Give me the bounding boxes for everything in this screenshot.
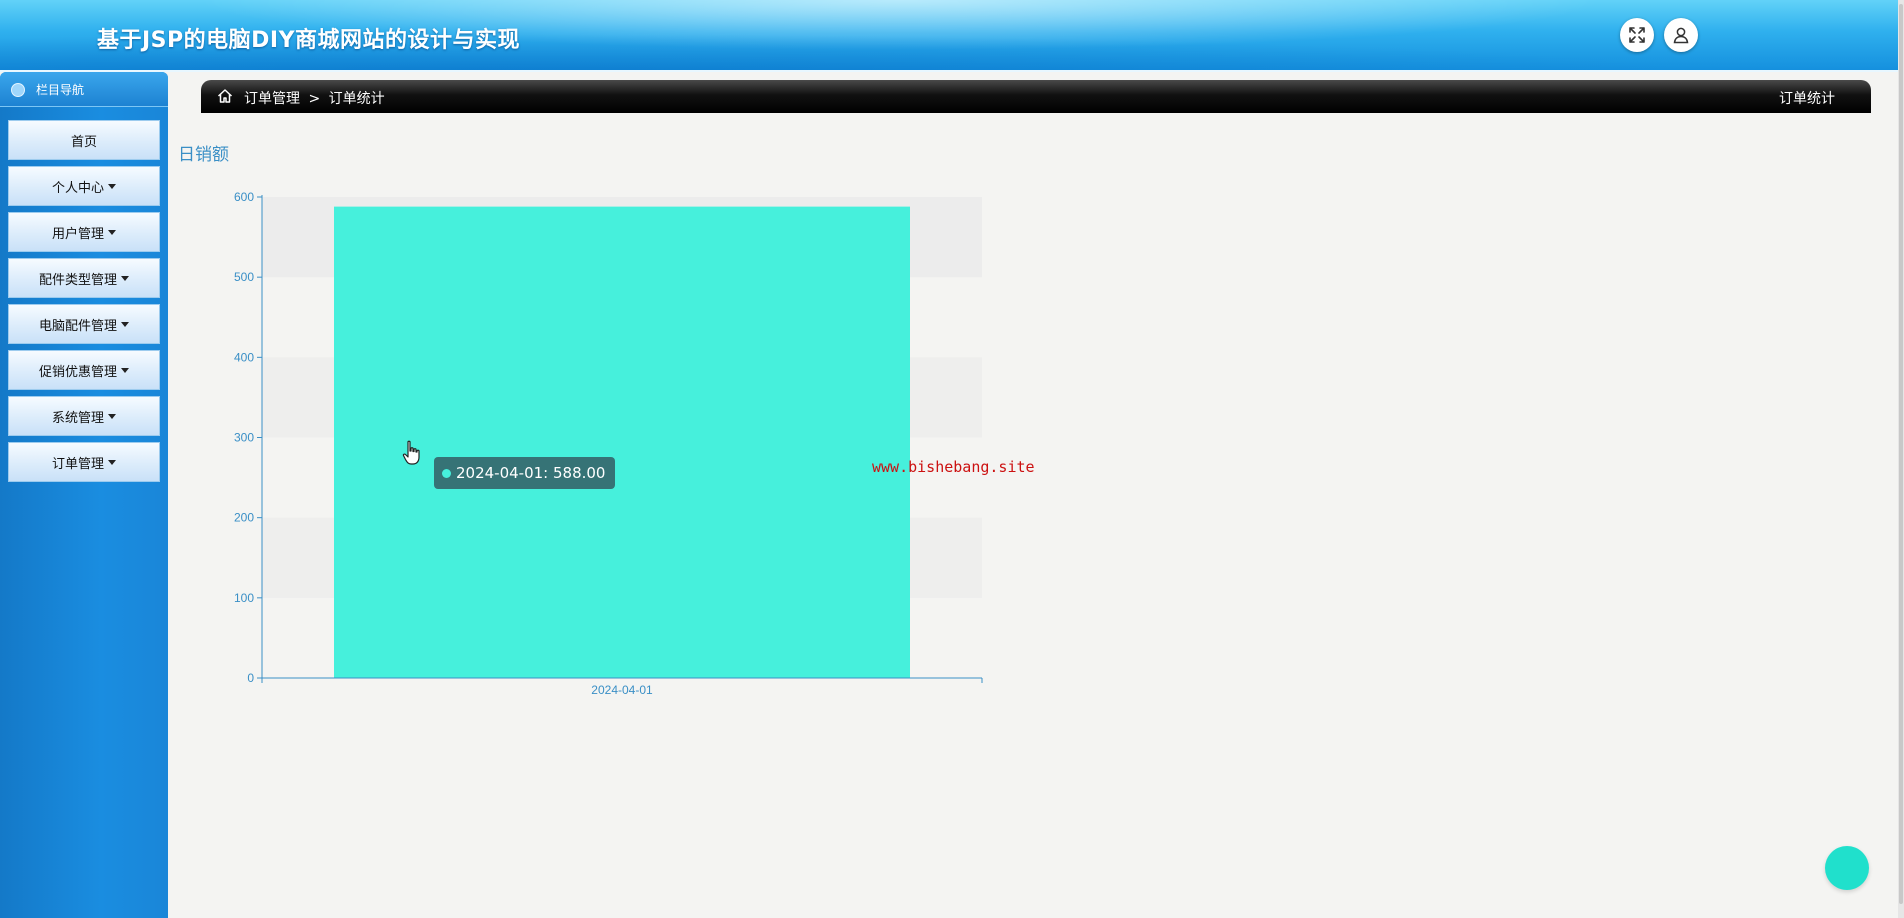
sidebar-item-label: 订单管理 xyxy=(51,456,104,472)
fullscreen-icon xyxy=(1629,27,1645,43)
y-tick-label: 300 xyxy=(234,431,254,445)
caret-down-icon xyxy=(121,275,129,281)
y-tick-label: 100 xyxy=(234,591,254,605)
tooltip-text: 2024-04-01: 588.00 xyxy=(456,464,606,482)
y-tick-label: 400 xyxy=(234,350,254,364)
caret-down-icon xyxy=(108,413,116,419)
home-icon[interactable] xyxy=(217,88,233,104)
sidebar-item-personal-center[interactable]: 个人中心 xyxy=(8,166,160,206)
user-icon xyxy=(1673,27,1689,44)
chart-title: 日销额 xyxy=(178,145,229,165)
sidebar-item-label: 用户管理 xyxy=(51,226,104,242)
breadcrumb: 订单管理 > 订单统计 订单统计 xyxy=(201,80,1871,113)
page-scrollbar[interactable] xyxy=(1898,0,1904,918)
y-tick-label: 0 xyxy=(247,671,254,685)
caret-down-icon xyxy=(121,367,129,373)
nav-icon xyxy=(11,83,25,97)
user-button[interactable] xyxy=(1664,18,1698,52)
caret-down-icon xyxy=(108,459,116,465)
chart-tooltip: 2024-04-01: 588.00 xyxy=(434,457,616,489)
caret-down-icon xyxy=(108,229,116,235)
sidebar-item-system-management[interactable]: 系统管理 xyxy=(8,396,160,436)
floating-action-button[interactable] xyxy=(1825,846,1869,890)
tooltip-series-dot xyxy=(442,468,451,478)
sidebar-item-promotion-management[interactable]: 促销优惠管理 xyxy=(8,350,160,390)
sidebar-item-label: 首页 xyxy=(70,134,97,150)
sidebar-item-home[interactable]: 首页 xyxy=(8,120,160,160)
watermark-text: www.bishebang.site xyxy=(872,458,1035,476)
y-tick-label: 500 xyxy=(234,270,254,284)
scrollbar-thumb[interactable] xyxy=(1899,4,1903,904)
caret-down-icon xyxy=(108,183,116,189)
site-title: 基于JSP的电脑DIY商城网站的设计与实现 xyxy=(97,28,521,53)
y-tick-label: 200 xyxy=(234,511,254,525)
y-tick-label: 600 xyxy=(234,190,254,204)
sidebar-item-label: 电脑配件管理 xyxy=(38,318,117,334)
fullscreen-button[interactable] xyxy=(1620,18,1654,52)
sales-bar-chart: 0 100 200 300 400 500 600 2024-04-01 xyxy=(234,190,983,697)
breadcrumb-parent[interactable]: 订单管理 xyxy=(244,91,300,107)
sidebar-item-order-management[interactable]: 订单管理 xyxy=(8,442,160,482)
breadcrumb-separator: > xyxy=(308,91,321,107)
sidebar-item-label: 个人中心 xyxy=(51,180,104,196)
sidebar-item-label: 系统管理 xyxy=(51,410,104,426)
sidebar-item-label: 促销优惠管理 xyxy=(38,364,117,380)
x-tick-label: 2024-04-01 xyxy=(591,683,653,697)
sidebar-item-user-management[interactable]: 用户管理 xyxy=(8,212,160,252)
sidebar-item-pc-parts-management[interactable]: 电脑配件管理 xyxy=(8,304,160,344)
page-title: 订单统计 xyxy=(1779,91,1835,107)
sidebar-item-label: 配件类型管理 xyxy=(38,272,117,288)
sidebar-heading: 栏目导航 xyxy=(36,83,85,97)
top-header: 基于JSP的电脑DIY商城网站的设计与实现 xyxy=(0,0,1904,72)
caret-down-icon xyxy=(121,321,129,327)
breadcrumb-current: 订单统计 xyxy=(328,91,385,107)
hand-cursor-icon xyxy=(402,440,420,465)
sidebar-header: 栏目导航 xyxy=(0,72,168,107)
sidebar-item-part-type-management[interactable]: 配件类型管理 xyxy=(8,258,160,298)
